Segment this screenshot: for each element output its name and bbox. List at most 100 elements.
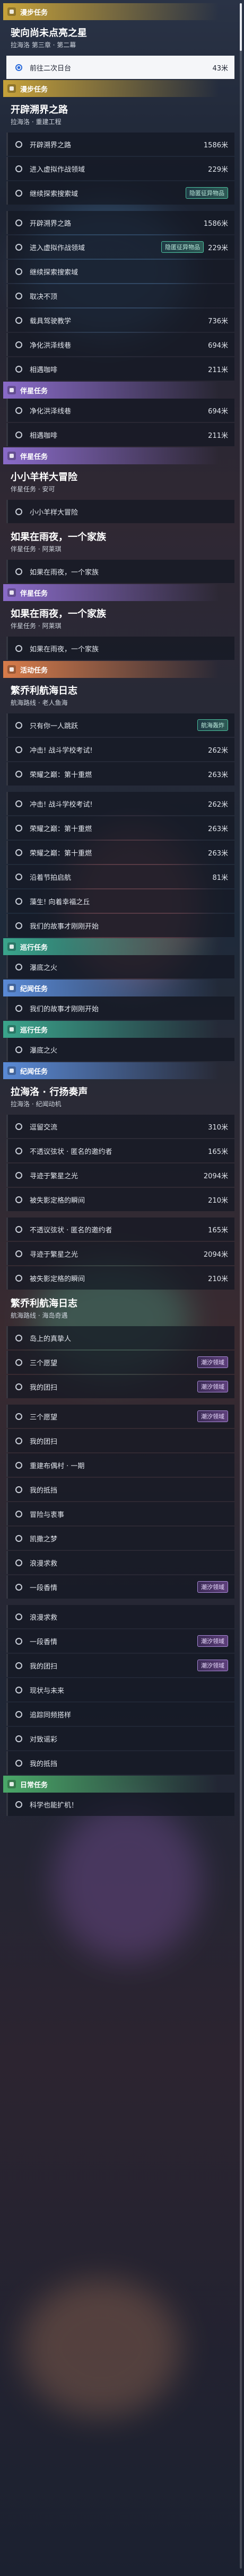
radio-icon[interactable]	[15, 1437, 22, 1444]
radio-icon[interactable]	[15, 1801, 22, 1808]
radio-icon[interactable]	[15, 407, 22, 414]
radio-icon[interactable]	[15, 1710, 22, 1718]
quest-row[interactable]: 沿着节拍启航 81米	[6, 865, 234, 888]
radio-icon[interactable]	[15, 1759, 22, 1767]
quest-row[interactable]: 我们的故事才刚刚开始	[6, 914, 234, 937]
category-header[interactable]: 活动任务	[3, 661, 238, 678]
quest-row[interactable]: 三个愿望 潮汐领域	[6, 1405, 234, 1428]
radio-icon[interactable]	[15, 189, 22, 197]
quest-row[interactable]: 如果在雨夜，一个家族	[6, 560, 234, 583]
quest-row[interactable]: 冲击! 战斗学校考试! 262米	[6, 792, 234, 815]
quest-row[interactable]: 对致谣彩	[6, 1727, 234, 1750]
quest-row[interactable]: 相遇咖啡 211米	[6, 423, 234, 446]
radio-icon[interactable]	[15, 165, 22, 172]
scrollbar-thumb[interactable]	[240, 3, 242, 51]
radio-icon[interactable]	[15, 1147, 22, 1154]
quest-row[interactable]: 不透议弦状 · 匿名的邀约者 165米	[6, 1139, 234, 1162]
category-header[interactable]: 漫步任务	[3, 80, 238, 97]
category-header[interactable]: 纪闻任务	[3, 980, 238, 996]
radio-icon[interactable]	[15, 365, 22, 373]
radio-icon[interactable]	[15, 1662, 22, 1669]
scrollbar[interactable]	[240, 3, 242, 2569]
radio-icon[interactable]	[15, 1383, 22, 1390]
quest-row[interactable]: 净化洪泽线巷 694米	[6, 399, 234, 422]
quest-title-block[interactable]: 如果在雨夜，一个家族 伴星任务 · 阿莱琪	[3, 524, 238, 558]
radio-icon[interactable]	[15, 1123, 22, 1130]
radio-icon[interactable]	[15, 64, 22, 71]
quest-row[interactable]: 开辟溯界之路 1586米	[6, 133, 234, 156]
radio-icon[interactable]	[15, 1735, 22, 1742]
quest-row[interactable]: 如果在雨夜，一个家族	[6, 637, 234, 660]
radio-icon[interactable]	[15, 1613, 22, 1620]
radio-icon[interactable]	[15, 1461, 22, 1469]
radio-icon[interactable]	[15, 1510, 22, 1518]
quest-row[interactable]: 冒险与衷事	[6, 1502, 234, 1525]
quest-row[interactable]: 冲击! 战斗学校考试! 262米	[6, 738, 234, 761]
radio-icon[interactable]	[15, 922, 22, 929]
quest-row[interactable]: 开辟溯界之路 1586米	[6, 211, 234, 234]
quest-title-block[interactable]: 拉海洛 · 行扬奏声 拉海洛 · 纪闻动机	[3, 1079, 238, 1113]
quest-row[interactable]: 我的团扫 潮汐领域	[6, 1654, 234, 1677]
quest-title-block[interactable]: 如果在雨夜，一个家族 伴星任务 · 阿莱琪	[3, 601, 238, 634]
radio-icon[interactable]	[15, 341, 22, 348]
quest-row[interactable]: 我们的故事才刚刚开始	[6, 996, 234, 1020]
radio-icon[interactable]	[15, 1583, 22, 1591]
radio-icon[interactable]	[15, 243, 22, 251]
category-header[interactable]: 漫步任务	[3, 3, 238, 20]
quest-title-block[interactable]: 繁乔利航海日志 航海路线 · 海岛奇遇	[3, 1291, 238, 1324]
quest-row[interactable]: 一段香情 潮汐领域	[6, 1629, 234, 1653]
radio-icon[interactable]	[15, 140, 22, 148]
quest-title-block[interactable]: 驶向尚未点亮之星 拉海洛 第三章 · 第二幕	[3, 20, 238, 54]
quest-row[interactable]: 载具驾驶教学 736米	[6, 308, 234, 332]
quest-row[interactable]: 进入虚拟作战领域 隐匿征异物品 229米	[6, 235, 234, 259]
radio-icon[interactable]	[15, 897, 22, 905]
category-header[interactable]: 巡行任务	[3, 1021, 238, 1038]
radio-icon[interactable]	[15, 770, 22, 778]
radio-icon[interactable]	[15, 292, 22, 299]
radio-icon[interactable]	[15, 316, 22, 324]
quest-row[interactable]: 相遇咖啡 211米	[6, 357, 234, 381]
radio-icon[interactable]	[15, 1486, 22, 1493]
radio-icon[interactable]	[15, 721, 22, 729]
radio-icon[interactable]	[15, 219, 22, 226]
radio-icon[interactable]	[15, 746, 22, 753]
quest-row[interactable]: 凯撒之梦	[6, 1527, 234, 1550]
quest-row[interactable]: 小小羊样大冒险	[6, 500, 234, 523]
radio-icon[interactable]	[15, 873, 22, 880]
radio-icon[interactable]	[15, 568, 22, 575]
radio-icon[interactable]	[15, 645, 22, 652]
quest-row[interactable]: 不透议弦状 · 匿名的邀约者 165米	[6, 1218, 234, 1241]
radio-icon[interactable]	[15, 268, 22, 275]
category-header[interactable]: 巡行任务	[3, 938, 238, 955]
radio-icon[interactable]	[15, 824, 22, 832]
quest-row[interactable]: 科学也能扩机！	[6, 1793, 234, 1816]
quest-row[interactable]: 藻生! 向着幸福之丘	[6, 889, 234, 913]
quest-row[interactable]: 荣耀之巅：第十重燃 263米	[6, 841, 234, 864]
radio-icon[interactable]	[15, 1559, 22, 1566]
category-header[interactable]: 日常任务	[3, 1776, 238, 1793]
radio-icon[interactable]	[15, 1046, 22, 1053]
radio-icon[interactable]	[15, 1637, 22, 1645]
quest-row[interactable]: 现状与未来	[6, 1678, 234, 1701]
quest-row[interactable]: 我的团扫 潮汐领域	[6, 1375, 234, 1398]
quest-row[interactable]: 被失影定格的瞬间 210米	[6, 1266, 234, 1290]
quest-row[interactable]: 荣耀之巅：第十重燃 263米	[6, 816, 234, 840]
radio-icon[interactable]	[15, 963, 22, 971]
quest-row[interactable]: 追踪同频搭样	[6, 1702, 234, 1726]
quest-title-block[interactable]: 开辟溯界之路 拉海洛 · 重建工程	[3, 97, 238, 130]
quest-row[interactable]: 一段香情 潮汐领域	[6, 1575, 234, 1599]
quest-row[interactable]: 继续探索搜索域	[6, 260, 234, 283]
quest-row[interactable]: 荣耀之巅：第十重燃 263米	[6, 762, 234, 786]
quest-title-block[interactable]: 繁乔利航海日志 航海路线 · 老人鱼海	[3, 678, 238, 711]
category-header[interactable]: 伴星任务	[3, 382, 238, 399]
quest-list[interactable]: 漫步任务 驶向尚未点亮之星 拉海洛 第三章 · 第二幕 前往二次日台 43米 漫步任务 开辟…	[0, 0, 238, 1817]
radio-icon[interactable]	[15, 1004, 22, 1012]
radio-icon[interactable]	[15, 849, 22, 856]
quest-row[interactable]: 净化洪泽线巷 694米	[6, 333, 234, 356]
radio-icon[interactable]	[15, 1250, 22, 1257]
quest-row[interactable]: 岛上的真挚人	[6, 1326, 234, 1349]
quest-row[interactable]: 取决不顶	[6, 284, 234, 307]
quest-title-block[interactable]: 小小羊样大冒险 伴星任务 · 安可	[3, 464, 238, 498]
quest-row[interactable]: 只有你一人跳跃 航海轰炸	[6, 713, 234, 737]
quest-row[interactable]: 寻迹于繁星之光 2094米	[6, 1163, 234, 1187]
